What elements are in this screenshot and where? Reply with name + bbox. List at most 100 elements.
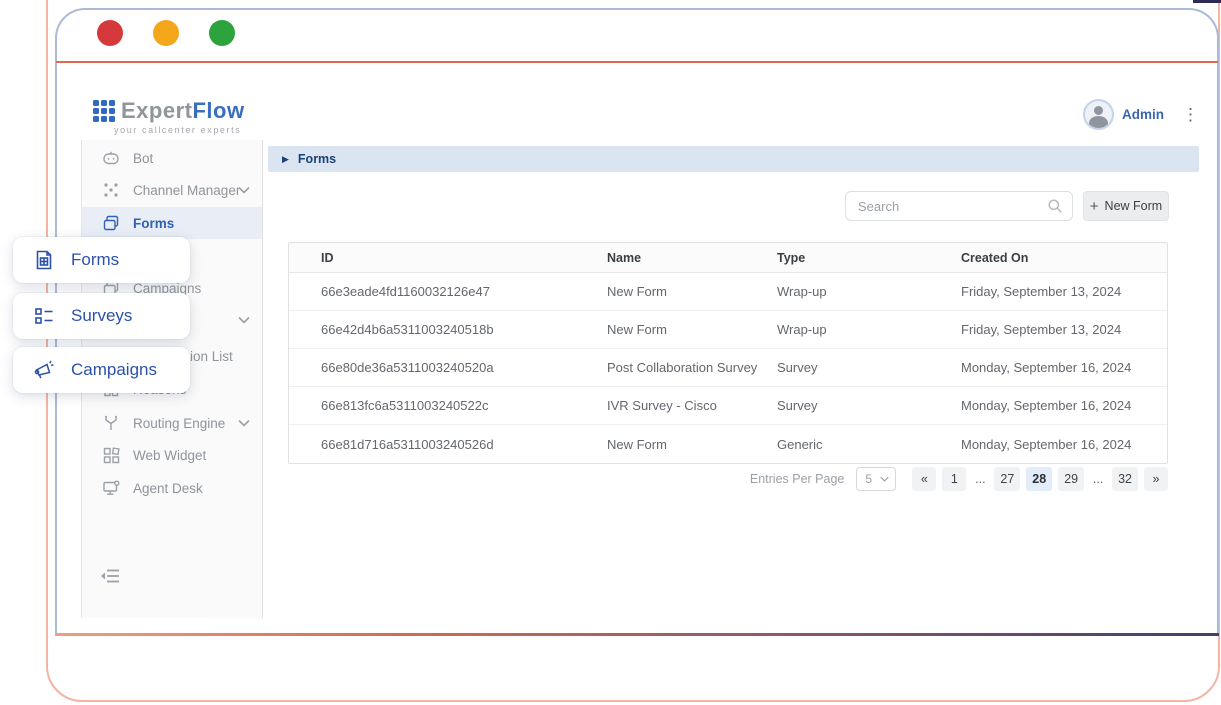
cell-name: New Form [607,284,777,299]
sidebar-item-web-widget[interactable]: Web Widget [82,439,262,471]
cell-created-on: Monday, September 16, 2024 [961,360,1167,375]
megaphone-icon [33,359,55,381]
page-button-32[interactable]: 32 [1112,467,1138,491]
page-size-select[interactable]: 5 [856,467,896,491]
table-row[interactable]: 66e42d4b6a5311003240518b New Form Wrap-u… [289,311,1167,349]
page-ellipsis: ... [972,467,988,491]
sidebar-item-label: Channel Manager [133,183,240,198]
cell-created-on: Friday, September 13, 2024 [961,322,1167,337]
sidebar-item-label: Forms [133,216,174,231]
page-button-29[interactable]: 29 [1058,467,1084,491]
page-next-button[interactable]: » [1144,467,1168,491]
cell-type: Generic [777,437,961,452]
cell-type: Survey [777,360,961,375]
new-form-button[interactable]: + New Form [1083,191,1169,221]
cell-id: 66e813fc6a5311003240522c [321,398,607,413]
window-bottom-divider [56,633,1219,636]
column-header-name: Name [607,251,777,265]
navy-edge-line [1193,0,1221,3]
logo-text-secondary: Flow [192,98,244,123]
channel-manager-icon [102,181,120,199]
page-button-27[interactable]: 27 [994,467,1020,491]
new-form-label: New Form [1105,199,1163,213]
web-widget-icon [102,446,120,464]
form-document-icon [33,249,55,271]
page-ellipsis: ... [1090,467,1106,491]
forms-table: ID Name Type Created On 66e3eade4fd11600… [288,242,1168,464]
logo-tagline: your callcenter experts [114,125,245,135]
cell-id: 66e42d4b6a5311003240518b [321,322,607,337]
cell-id: 66e3eade4fd1160032126e47 [321,284,607,299]
table-row[interactable]: 66e80de36a5311003240520a Post Collaborat… [289,349,1167,387]
sidebar-item-channel-manager[interactable]: Channel Manager [82,174,262,206]
sidebar-item-label: Agent Desk [133,481,203,496]
chevron-down-icon [238,316,250,324]
pagination: Entries Per Page 5 « 1 ... 27 28 29 ... … [288,466,1168,492]
callout-label: Forms [71,250,119,270]
collapse-sidebar-icon[interactable] [100,568,120,584]
callout-campaigns[interactable]: Campaigns [13,347,190,393]
chevron-down-icon [880,476,889,482]
breadcrumb: ▶ Forms [268,146,1199,172]
titlebar-divider [56,61,1218,63]
page-button-28-active[interactable]: 28 [1026,467,1052,491]
cell-type: Wrap-up [777,284,961,299]
chevron-down-icon [238,186,250,194]
sidebar-item-agent-desk[interactable]: Agent Desk [82,472,262,504]
search-input[interactable] [845,191,1073,221]
expertflow-logo: ExpertFlow your callcenter experts [93,98,245,135]
table-row[interactable]: 66e813fc6a5311003240522c IVR Survey - Ci… [289,387,1167,425]
entries-per-page-label: Entries Per Page [750,472,845,486]
bot-icon [102,149,120,167]
agent-desk-icon [102,479,120,497]
chevron-down-icon [238,419,250,427]
callout-surveys[interactable]: Surveys [13,293,190,339]
forms-icon [102,214,120,232]
table-row[interactable]: 66e3eade4fd1160032126e47 New Form Wrap-u… [289,273,1167,311]
callout-forms[interactable]: Forms [13,237,190,283]
avatar[interactable] [1083,99,1114,130]
user-menu[interactable]: Admin ⋮ [1083,99,1199,130]
page-button-1[interactable]: 1 [942,467,966,491]
page-prev-button[interactable]: « [912,467,936,491]
column-header-created-on: Created On [961,251,1167,265]
search-icon[interactable] [1047,198,1063,214]
cell-name: Post Collaboration Survey [607,360,777,375]
cell-name: IVR Survey - Cisco [607,398,777,413]
breadcrumb-arrow-icon: ▶ [282,155,289,164]
traffic-light-yellow-icon [153,20,179,46]
cell-created-on: Monday, September 16, 2024 [961,437,1167,452]
sidebar-item-bot[interactable]: Bot [82,142,262,174]
callout-label: Surveys [71,306,132,326]
cell-id: 66e81d716a5311003240526d [321,437,607,452]
sidebar-item-label: Web Widget [133,448,206,463]
logo-grid-icon [93,100,115,122]
sidebar-item-forms[interactable]: Forms [82,207,262,239]
page-size-value: 5 [865,472,872,486]
routing-engine-icon [102,414,120,432]
search-box [845,191,1073,221]
cell-type: Survey [777,398,961,413]
plus-icon: + [1090,198,1099,215]
table-header-row: ID Name Type Created On [289,243,1167,273]
sidebar-item-label: Routing Engine [133,416,225,431]
survey-list-icon [33,305,55,327]
cell-created-on: Monday, September 16, 2024 [961,398,1167,413]
user-name[interactable]: Admin [1122,107,1164,122]
cell-name: New Form [607,437,777,452]
traffic-light-red-icon [97,20,123,46]
sidebar-item-label: Bot [133,151,153,166]
cell-type: Wrap-up [777,322,961,337]
traffic-light-green-icon [209,20,235,46]
column-header-type: Type [777,251,961,265]
cell-name: New Form [607,322,777,337]
callout-label: Campaigns [71,360,157,380]
cell-id: 66e80de36a5311003240520a [321,360,607,375]
table-row[interactable]: 66e81d716a5311003240526d New Form Generi… [289,425,1167,463]
logo-text-primary: Expert [121,98,192,123]
sidebar-item-routing-engine[interactable]: Routing Engine [82,407,262,439]
kebab-menu-icon[interactable]: ⋮ [1182,106,1199,123]
breadcrumb-label[interactable]: Forms [298,152,336,166]
column-header-id: ID [321,251,607,265]
cell-created-on: Friday, September 13, 2024 [961,284,1167,299]
